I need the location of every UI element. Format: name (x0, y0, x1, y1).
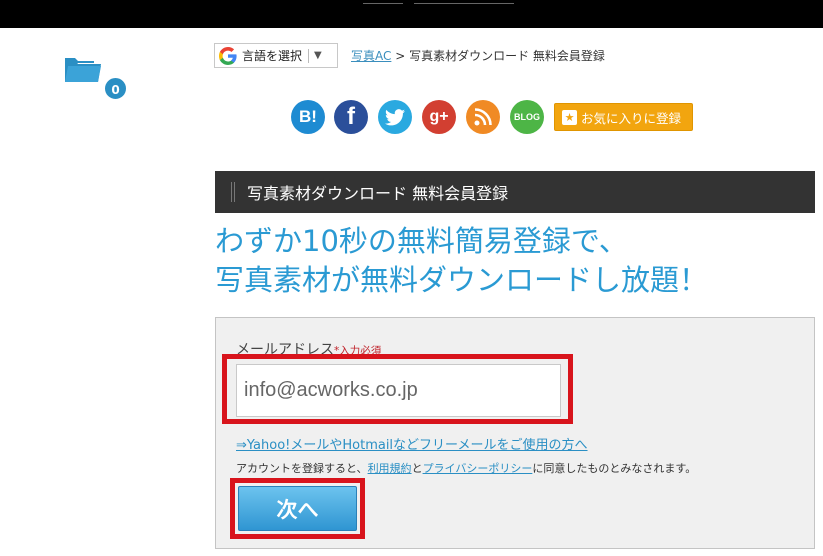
truncated-footer-text (215, 549, 815, 556)
headline-line-1: わずか10秒の無料簡易登録で、 (215, 224, 628, 258)
hatena-bookmark-icon[interactable]: B! (291, 100, 325, 134)
breadcrumb-home-link[interactable]: 写真AC (351, 49, 391, 63)
terms-link[interactable]: 利用規約 (368, 462, 412, 475)
breadcrumb-separator: > (391, 49, 410, 63)
add-favorite-label: お気に入りに登録 (581, 110, 682, 126)
language-select-divider (308, 48, 310, 63)
add-favorite-button[interactable]: ★ お気に入りに登録 (554, 103, 693, 131)
email-input[interactable] (236, 364, 561, 417)
twitter-icon[interactable] (378, 100, 412, 134)
headline-line-2: 写真素材が無料ダウンロードし放題！ (215, 263, 709, 297)
rss-icon[interactable] (466, 100, 500, 134)
google-icon (219, 46, 237, 65)
star-icon: ★ (562, 109, 577, 125)
page-headline: わずか10秒の無料簡易登録で、 写真素材が無料ダウンロードし放題！ (215, 222, 708, 300)
folder-icon[interactable] (64, 54, 102, 84)
blog-icon[interactable]: BLOG (510, 100, 544, 134)
language-select-label: 言語を選択 (242, 49, 303, 63)
agree-prefix: アカウントを登録すると、 (236, 462, 368, 475)
agree-suffix: に同意したものとみなされます。 (532, 462, 697, 475)
social-share-bar: B! f g+ BLOG ★ お気に入りに登録 (291, 100, 693, 134)
registration-form: メールアドレス*入力必須 ⇒Yahoo!メールやHotmailなどフリーメールを… (215, 317, 815, 549)
freemail-link[interactable]: ⇒Yahoo!メールやHotmailなどフリーメールをご使用の方へ (236, 434, 588, 453)
section-title: 写真素材ダウンロード 無料会員登録 (247, 184, 509, 203)
top-bar (0, 0, 823, 28)
google-plus-icon[interactable]: g+ (422, 100, 456, 134)
twitter-bird-icon (385, 108, 405, 125)
breadcrumb: 写真AC > 写真素材ダウンロード 無料会員登録 (351, 47, 605, 64)
top-bar-link-underline (363, 3, 403, 4)
terms-agreement-text: アカウントを登録すると、利用規約とプライバシーポリシーに同意したものとみなされま… (236, 460, 696, 476)
section-header-marker (231, 182, 235, 202)
agree-and: と (411, 462, 423, 475)
rss-feed-icon (474, 108, 492, 126)
language-select[interactable]: 言語を選択 ▼ (214, 43, 338, 68)
next-button[interactable]: 次へ (238, 486, 357, 531)
dropdown-arrow-icon: ▼ (314, 50, 322, 61)
section-header: 写真素材ダウンロード 無料会員登録 (215, 171, 815, 213)
top-bar-link-underline (414, 3, 514, 4)
folder-count-badge: 0 (103, 76, 128, 101)
privacy-policy-link[interactable]: プライバシーポリシー (423, 462, 533, 475)
facebook-icon[interactable]: f (334, 100, 368, 134)
breadcrumb-current: 写真素材ダウンロード 無料会員登録 (409, 49, 605, 63)
